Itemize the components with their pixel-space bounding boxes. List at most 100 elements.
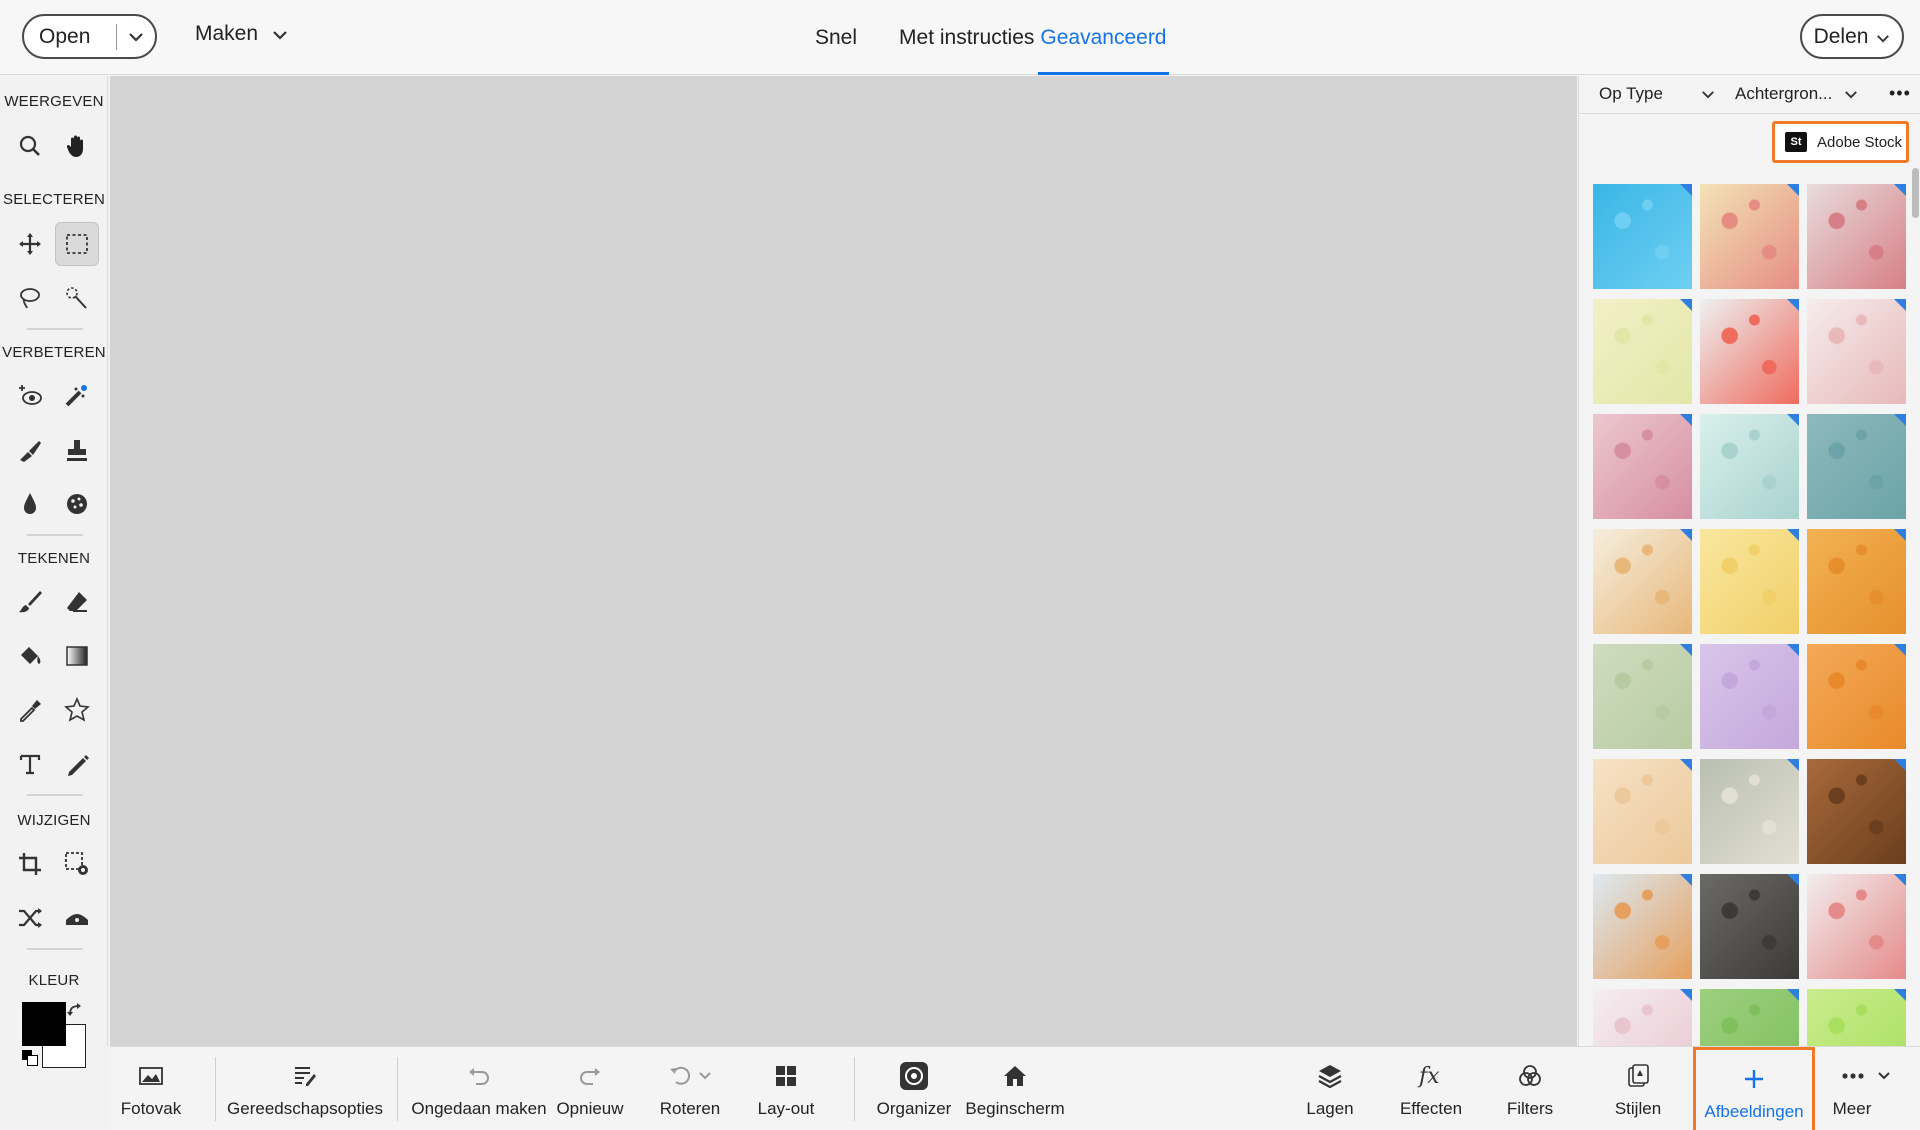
layout-button[interactable]: Lay-out [748, 1047, 824, 1130]
thumbnail-autumn-leaves[interactable] [1593, 874, 1692, 979]
filters-button[interactable]: Filters [1492, 1047, 1568, 1130]
tab-met-instructies[interactable]: Met instructies [899, 0, 1034, 75]
thumbnail-floral-circles[interactable] [1700, 184, 1799, 289]
spot-healing-tool-icon[interactable] [55, 374, 99, 418]
tab-geavanceerd[interactable]: Geavanceerd [1038, 0, 1169, 75]
graphics-button[interactable]: Afbeeldingen [1693, 1047, 1815, 1130]
organizer-button[interactable]: Organizer [866, 1047, 962, 1130]
quick-selection-tool-icon[interactable] [55, 276, 99, 320]
content-aware-move-tool-icon[interactable] [8, 896, 52, 940]
tool-options-icon [292, 1059, 318, 1093]
gradient-tool-icon[interactable] [55, 634, 99, 678]
thumbnail-orange-grunge[interactable] [1807, 644, 1906, 749]
chevron-down-icon[interactable] [117, 32, 155, 42]
thumbnail-brown-grunge[interactable] [1807, 759, 1906, 864]
thumbnail-grey-foggy[interactable] [1700, 759, 1799, 864]
straighten-tool-icon[interactable] [55, 896, 99, 940]
canvas-area[interactable] [110, 76, 1577, 1046]
thumbnail-pink-flowers-light[interactable] [1807, 299, 1906, 404]
styles-icon [1625, 1059, 1651, 1093]
brush-tool-icon[interactable] [8, 580, 52, 624]
text-tool-icon[interactable] [8, 742, 52, 786]
organizer-icon [899, 1059, 929, 1093]
maken-dropdown[interactable]: Maken [195, 22, 288, 46]
home-screen-button[interactable]: Beginscherm [960, 1047, 1070, 1130]
move-tool-icon[interactable] [8, 222, 52, 266]
delen-button[interactable]: Delen [1800, 14, 1904, 59]
thumbnail-purple-blocks[interactable] [1700, 644, 1799, 749]
pencil-tool-icon[interactable] [55, 742, 99, 786]
marquee-tool-icon[interactable] [55, 222, 99, 266]
panel-scrollbar[interactable] [1912, 168, 1919, 218]
more-button[interactable]: Meer [1832, 1047, 1902, 1130]
layers-icon [1317, 1059, 1343, 1093]
thumbnail-cream-dots[interactable] [1593, 759, 1692, 864]
crop-tool-icon[interactable] [8, 842, 52, 886]
type-filter-dropdown[interactable]: Op Type [1599, 84, 1715, 104]
foreground-color-swatch[interactable] [22, 1002, 66, 1046]
tool-options-button[interactable]: Gereedschapsopties [227, 1047, 383, 1130]
swap-colors-icon[interactable] [66, 1002, 84, 1025]
undo-button[interactable]: Ongedaan maken [411, 1047, 547, 1130]
panel-more-icon[interactable]: ••• [1889, 83, 1911, 104]
thumbnail-pink-drops[interactable] [1807, 874, 1906, 979]
open-button[interactable]: Open [22, 14, 157, 59]
thumbnail-yellow-mandala[interactable] [1593, 299, 1692, 404]
more-label: Meer [1832, 1099, 1872, 1118]
layers-label: Lagen [1306, 1099, 1354, 1118]
tool-panel: WEERGEVEN SELECTEREN VERBETEREN TEKENEN … [0, 76, 108, 1046]
paint-bucket-tool-icon[interactable] [8, 634, 52, 678]
thumbnail-lime-pattern[interactable] [1807, 989, 1906, 1046]
effects-button[interactable]: fx Effecten [1388, 1047, 1474, 1130]
filters-icon [1517, 1059, 1543, 1093]
eraser-tool-icon[interactable] [55, 580, 99, 624]
plus-icon [1743, 1062, 1765, 1096]
thumbnail-green-pattern[interactable] [1700, 989, 1799, 1046]
graphics-label: Afbeeldingen [1704, 1102, 1804, 1121]
zoom-tool-icon[interactable] [8, 124, 52, 168]
styles-button[interactable]: Stijlen [1600, 1047, 1676, 1130]
thumbnail-pink-birds[interactable] [1593, 989, 1692, 1046]
tool-divider [27, 328, 83, 330]
eyedropper-tool-icon[interactable] [8, 688, 52, 732]
thumbnail-mint-branches[interactable] [1700, 414, 1799, 519]
brush-heal-tool-icon[interactable] [8, 428, 52, 472]
hand-tool-icon[interactable] [55, 124, 99, 168]
tool-divider [27, 794, 83, 796]
thumbnail-green-stripes[interactable] [1593, 644, 1692, 749]
thumbnail-tulip-border[interactable] [1700, 299, 1799, 404]
thumbnail-yellow-pink-dots[interactable] [1700, 529, 1799, 634]
red-eye-tool-icon[interactable] [8, 374, 52, 418]
thumbnail-pink-grey-watercolor[interactable] [1807, 184, 1906, 289]
clone-stamp-tool-icon[interactable] [55, 428, 99, 472]
recompose-tool-icon[interactable] [55, 842, 99, 886]
tab-snel[interactable]: Snel [815, 0, 857, 75]
category-filter-dropdown[interactable]: Achtergron... [1735, 84, 1858, 104]
thumbnail-wood-planks[interactable] [1700, 874, 1799, 979]
layers-button[interactable]: Lagen [1288, 1047, 1372, 1130]
rotate-button[interactable]: Roteren [648, 1047, 732, 1130]
default-colors-icon[interactable] [22, 1050, 40, 1068]
thumbnail-blue-butterfly[interactable] [1593, 184, 1692, 289]
thumbnail-swirl-circles[interactable] [1593, 529, 1692, 634]
fotovak-button[interactable]: Fotovak [110, 1047, 192, 1130]
lasso-tool-icon[interactable] [8, 276, 52, 320]
thumbnail-orange-dots[interactable] [1807, 529, 1906, 634]
adobe-stock-button[interactable]: St Adobe Stock [1772, 121, 1909, 163]
blur-tool-icon[interactable] [8, 482, 52, 526]
custom-shape-tool-icon[interactable] [55, 688, 99, 732]
section-verbeteren: VERBETEREN [2, 344, 106, 361]
category-filter-label: Achtergron... [1735, 84, 1833, 103]
chevron-down-icon [1701, 84, 1715, 104]
thumbnail-teal-dots[interactable] [1807, 414, 1906, 519]
filters-label: Filters [1506, 1099, 1554, 1118]
adobe-stock-logo-icon: St [1785, 132, 1807, 152]
undo-label: Ongedaan maken [411, 1099, 547, 1118]
redo-button[interactable]: Opnieuw [553, 1047, 627, 1130]
app-window: Open Maken Snel Met instructies Geavance… [0, 0, 1920, 1130]
thumbnail-pink-dots[interactable] [1593, 414, 1692, 519]
tool-divider [27, 948, 83, 950]
section-tekenen: TEKENEN [17, 550, 91, 567]
sponge-tool-icon[interactable] [55, 482, 99, 526]
delen-label: Delen [1813, 24, 1869, 48]
